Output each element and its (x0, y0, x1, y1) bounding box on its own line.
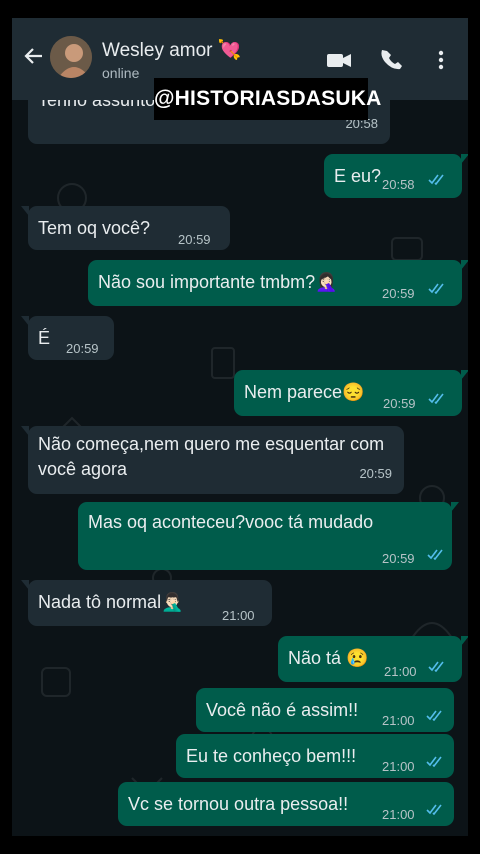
message-time: 20:59 (178, 232, 211, 247)
voice-call-icon[interactable] (380, 48, 406, 72)
message-text: Vc se tornou outra pessoa!! (128, 794, 349, 814)
message-list[interactable]: Tenho assuntos mais importantes 20:58 E … (12, 18, 468, 836)
message-outgoing[interactable]: Você não é assim!! 21:00 (196, 688, 454, 732)
message-text: Tem oq você? (38, 218, 151, 238)
message-outgoing[interactable]: Não sou importante tmbm?🤦🏻‍♀️ 20:59 (88, 260, 468, 306)
message-incoming[interactable]: Tem oq você? 20:59 (21, 206, 230, 250)
read-ticks-icon (426, 710, 442, 721)
contact-status: online (102, 65, 140, 81)
more-options-icon[interactable] (436, 48, 446, 72)
message-time: 20:59 (383, 396, 416, 411)
message-outgoing[interactable]: Nem parece😔 20:59 (234, 370, 468, 416)
message-time: 20:59 (382, 286, 415, 301)
message-time: 20:59 (382, 551, 415, 566)
message-text: Você não é assim!! (206, 700, 359, 720)
message-time: 21:00 (382, 807, 415, 822)
chat-screen: Tenho assuntos mais importantes 20:58 E … (12, 18, 468, 836)
message-time: 20:58 (382, 177, 415, 192)
read-ticks-icon (426, 756, 442, 767)
avatar[interactable] (50, 36, 92, 78)
message-time: 20:59 (66, 341, 99, 356)
message-text: Nada tô normal🤦🏻‍♂️ (38, 592, 184, 612)
read-ticks-icon (428, 174, 444, 185)
message-time: 21:00 (382, 713, 415, 728)
message-time: 21:00 (222, 608, 255, 623)
message-outgoing[interactable]: Não tá 😢 21:00 (278, 636, 468, 682)
read-ticks-icon (428, 393, 444, 404)
message-text: Nem parece😔 (244, 382, 365, 402)
message-incoming[interactable]: Não começa,nem quero me esquentar com vo… (21, 426, 404, 494)
message-text: Mas oq aconteceu?vooc tá mudado (88, 512, 374, 532)
message-outgoing[interactable]: Mas oq aconteceu?vooc tá mudado 20:59 (78, 502, 459, 570)
message-incoming[interactable]: É 20:59 (21, 316, 114, 360)
message-text: Não começa,nem quero me esquentar com vo… (38, 434, 385, 479)
contact-name[interactable]: Wesley amor 💘 (102, 38, 241, 62)
message-text: Não sou importante tmbm?🤦🏻‍♀️ (98, 272, 338, 292)
message-time: 20:59 (359, 466, 392, 481)
message-outgoing[interactable]: Eu te conheço bem!!! 21:00 (176, 734, 454, 778)
read-ticks-icon (428, 661, 444, 672)
message-text: Eu te conheço bem!!! (186, 746, 357, 766)
message-text: E eu? (334, 166, 382, 186)
read-ticks-icon (426, 804, 442, 815)
message-incoming[interactable]: Nada tô normal🤦🏻‍♂️ 21:00 (21, 580, 272, 626)
read-ticks-icon (428, 283, 444, 294)
message-time: 21:00 (382, 759, 415, 774)
message-outgoing[interactable]: E eu? 20:58 (324, 154, 468, 198)
watermark-text: @HISTORIASDASUKA (154, 78, 381, 120)
read-ticks-icon (427, 549, 443, 560)
message-text: Não tá 😢 (288, 648, 369, 668)
avatar-photo-icon (50, 36, 92, 78)
message-text: É (38, 328, 51, 348)
message-outgoing[interactable]: Vc se tornou outra pessoa!! 21:00 (118, 782, 454, 826)
video-call-icon[interactable] (326, 48, 352, 72)
back-arrow-icon[interactable] (22, 44, 46, 68)
message-time: 21:00 (384, 664, 417, 679)
